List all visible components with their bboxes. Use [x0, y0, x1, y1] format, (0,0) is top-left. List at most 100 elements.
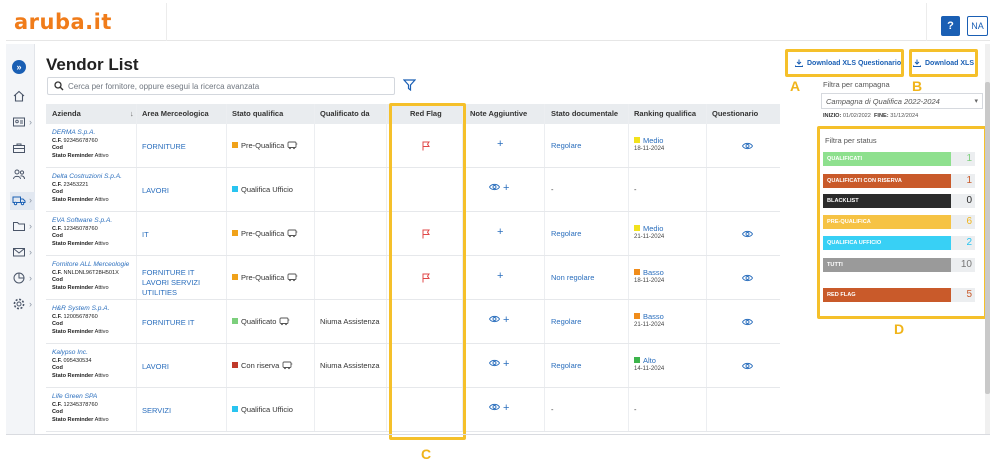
bus-icon[interactable] — [279, 317, 290, 326]
stato-qualifica: Qualificato — [232, 317, 290, 326]
company-name-link[interactable]: DERMA S.p.A. — [52, 129, 140, 138]
cod-label: Cod — [52, 409, 63, 415]
column-header-area[interactable]: Area Merceologica — [142, 104, 209, 124]
sort-down-icon[interactable]: ↓ — [130, 104, 134, 124]
truck-icon — [12, 196, 26, 206]
eye-icon[interactable] — [742, 362, 753, 370]
cf-label: C.F. — [52, 225, 62, 232]
column-header-azienda[interactable]: Azienda — [52, 104, 81, 124]
company-name-link[interactable]: Fornitore ALL Merceologie — [52, 261, 140, 270]
reminder-value: Attivo — [94, 240, 109, 247]
sidebar-expand-button[interactable]: » — [12, 60, 26, 74]
sidebar-item-folders[interactable]: › — [10, 218, 35, 236]
campaign-select[interactable]: Campagna di Qualifica 2022-2024 ▾ — [821, 93, 983, 109]
stato-documentale[interactable]: Regolare — [551, 317, 581, 326]
bus-icon[interactable] — [282, 361, 293, 370]
add-note-button[interactable]: + — [497, 226, 503, 238]
column-header-stato[interactable]: Stato qualifica — [232, 104, 283, 124]
sidebar-item-users[interactable] — [10, 166, 35, 184]
company-name-link[interactable]: Life Green SPA — [52, 393, 140, 402]
eye-icon[interactable] — [488, 403, 501, 411]
add-note-button[interactable]: + — [497, 138, 503, 150]
ranking-cell: - — [634, 185, 637, 195]
company-cf: C.F. NNLDNL96T28H501X — [52, 270, 140, 278]
user-avatar-button[interactable]: NA — [967, 16, 988, 36]
sidebar-item-briefcase[interactable] — [10, 140, 35, 158]
ranking-value: Basso — [643, 312, 664, 321]
area-merceologica-link[interactable]: FORNITURE IT LAVORI SERVIZI UTILITIES — [142, 268, 222, 298]
column-header-questionario[interactable]: Questionario — [712, 104, 758, 124]
eye-icon[interactable] — [742, 230, 753, 238]
scrollbar-thumb[interactable] — [985, 82, 990, 394]
cf-label: C.F. — [52, 313, 62, 320]
stato-documentale[interactable]: Regolare — [551, 141, 581, 150]
bus-icon[interactable] — [287, 141, 298, 150]
ranking-label[interactable]: Basso — [634, 268, 664, 277]
help-button[interactable]: ? — [941, 16, 960, 36]
column-header-note[interactable]: Note Aggiuntive — [470, 104, 527, 124]
ranking-cell: Alto 14-11-2024 — [634, 356, 664, 372]
page: aruba.it ? NA » › › › › › › Vendor List … — [0, 0, 1004, 472]
search-icon — [54, 81, 64, 91]
company-cf: C.F. 23453221 — [52, 182, 140, 190]
chevron-down-icon: ▾ — [974, 98, 978, 105]
stato-documentale[interactable]: Non regolare — [551, 273, 594, 282]
company-reminder: Stato Reminder Attivo — [52, 373, 140, 381]
eye-icon[interactable] — [742, 274, 753, 282]
area-merceologica-link[interactable]: LAVORI — [142, 186, 226, 196]
company-name-link[interactable]: H&R System S.p.A. — [52, 305, 140, 314]
ranking-dot — [634, 313, 640, 319]
eye-icon[interactable] — [488, 359, 501, 367]
ranking-label[interactable]: Medio — [634, 224, 664, 233]
company-name-link[interactable]: Delta Costruzioni S.p.A. — [52, 173, 140, 182]
column-header-ranking[interactable]: Ranking qualifica — [634, 104, 696, 124]
sidebar-item-contacts[interactable]: › — [10, 114, 35, 132]
stato-documentale[interactable]: Regolare — [551, 229, 581, 238]
column-header-stato-doc[interactable]: Stato documentale — [551, 104, 618, 124]
sidebar-item-home[interactable] — [10, 88, 35, 106]
company-reminder: Stato Reminder Attivo — [52, 329, 140, 337]
add-note-button[interactable]: + — [503, 182, 509, 194]
bus-icon[interactable] — [287, 229, 298, 238]
column-header-qualificato-da[interactable]: Qualificato da — [320, 104, 370, 124]
eye-icon[interactable] — [742, 142, 753, 150]
cf-label: C.F. — [52, 137, 62, 144]
area-merceologica-link[interactable]: LAVORI — [142, 362, 226, 372]
users-icon — [13, 169, 25, 180]
search-input[interactable] — [68, 79, 388, 93]
area-merceologica-link[interactable]: FORNITURE IT — [142, 318, 226, 328]
area-merceologica-link[interactable]: IT — [142, 230, 226, 240]
area-merceologica-link[interactable]: SERVIZI — [142, 406, 226, 416]
highlight-box-a — [785, 49, 904, 77]
aruba-logo[interactable]: aruba.it — [14, 10, 112, 34]
sidebar-item-mail[interactable]: › — [10, 244, 35, 262]
search-box[interactable] — [47, 77, 395, 95]
ranking-date: 21-11-2024 — [634, 234, 665, 240]
eye-icon[interactable] — [742, 318, 753, 326]
note-actions: + — [488, 182, 509, 194]
company-name-link[interactable]: EVA Software S.p.A. — [52, 217, 140, 226]
eye-icon[interactable] — [488, 183, 501, 191]
company-name-link[interactable]: Kalypso Inc. — [52, 349, 140, 358]
ranking-label[interactable]: Basso — [634, 312, 664, 321]
sidebar-item-vendors[interactable]: › — [10, 192, 35, 210]
sidebar-item-settings[interactable]: › — [10, 296, 35, 314]
ranking-label[interactable]: Alto — [634, 356, 664, 365]
sidebar: » › › › › › › — [6, 44, 35, 434]
ranking-label[interactable]: Medio — [634, 136, 664, 145]
bus-icon[interactable] — [287, 273, 298, 282]
scrollbar[interactable] — [985, 44, 990, 434]
eye-icon[interactable] — [488, 315, 501, 323]
highlight-box-c — [389, 103, 466, 440]
add-note-button[interactable]: + — [503, 402, 509, 414]
chevron-right-icon: › — [29, 117, 32, 127]
add-note-button[interactable]: + — [503, 314, 509, 326]
company-reminder: Stato Reminder Attivo — [52, 197, 140, 205]
add-note-button[interactable]: + — [503, 358, 509, 370]
stato-documentale[interactable]: Regolare — [551, 361, 581, 370]
sidebar-item-analytics[interactable]: › — [10, 270, 35, 288]
area-merceologica-link[interactable]: FORNITURE — [142, 142, 226, 152]
add-note-button[interactable]: + — [497, 270, 503, 282]
filter-icon[interactable] — [403, 79, 416, 91]
qualificato-da: Niuma Assistenza — [320, 361, 380, 370]
